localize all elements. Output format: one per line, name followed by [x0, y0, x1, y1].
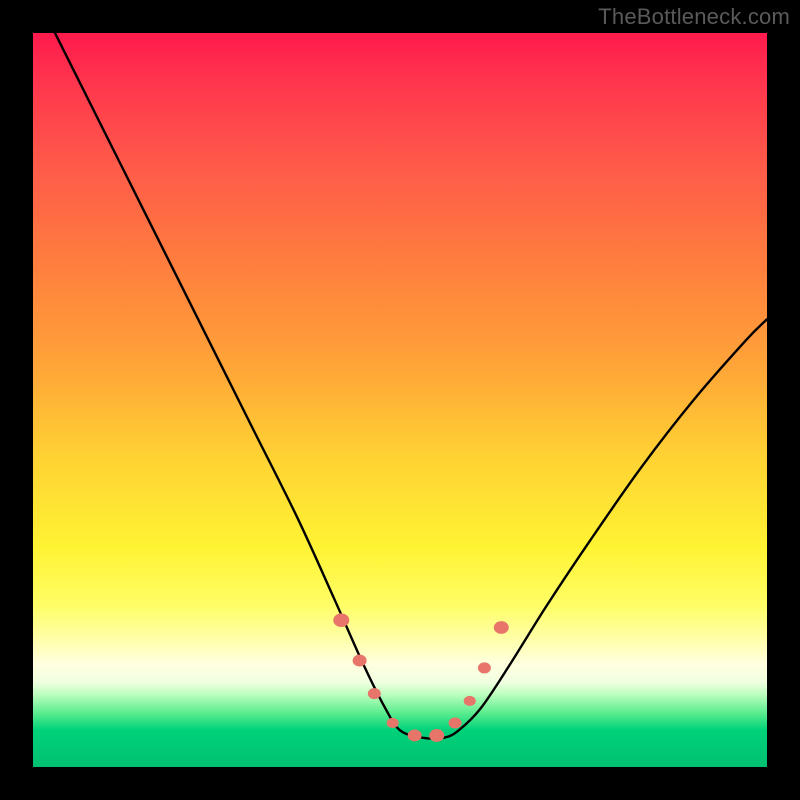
chart-frame: TheBottleneck.com	[0, 0, 800, 800]
highlight-dot	[449, 717, 462, 728]
highlight-dot	[478, 662, 491, 673]
highlight-dot	[408, 729, 422, 741]
highlight-dot	[387, 718, 399, 728]
highlight-dot	[464, 696, 476, 706]
highlight-dot	[368, 688, 381, 699]
highlight-dot	[494, 621, 509, 634]
watermark-text: TheBottleneck.com	[598, 4, 790, 30]
highlight-dots	[333, 613, 509, 741]
highlight-dot	[333, 613, 349, 627]
plot-area	[33, 33, 767, 767]
curve-svg	[33, 33, 767, 767]
bottleneck-curve	[33, 0, 767, 739]
highlight-dot	[353, 655, 367, 667]
highlight-dot	[429, 729, 444, 742]
